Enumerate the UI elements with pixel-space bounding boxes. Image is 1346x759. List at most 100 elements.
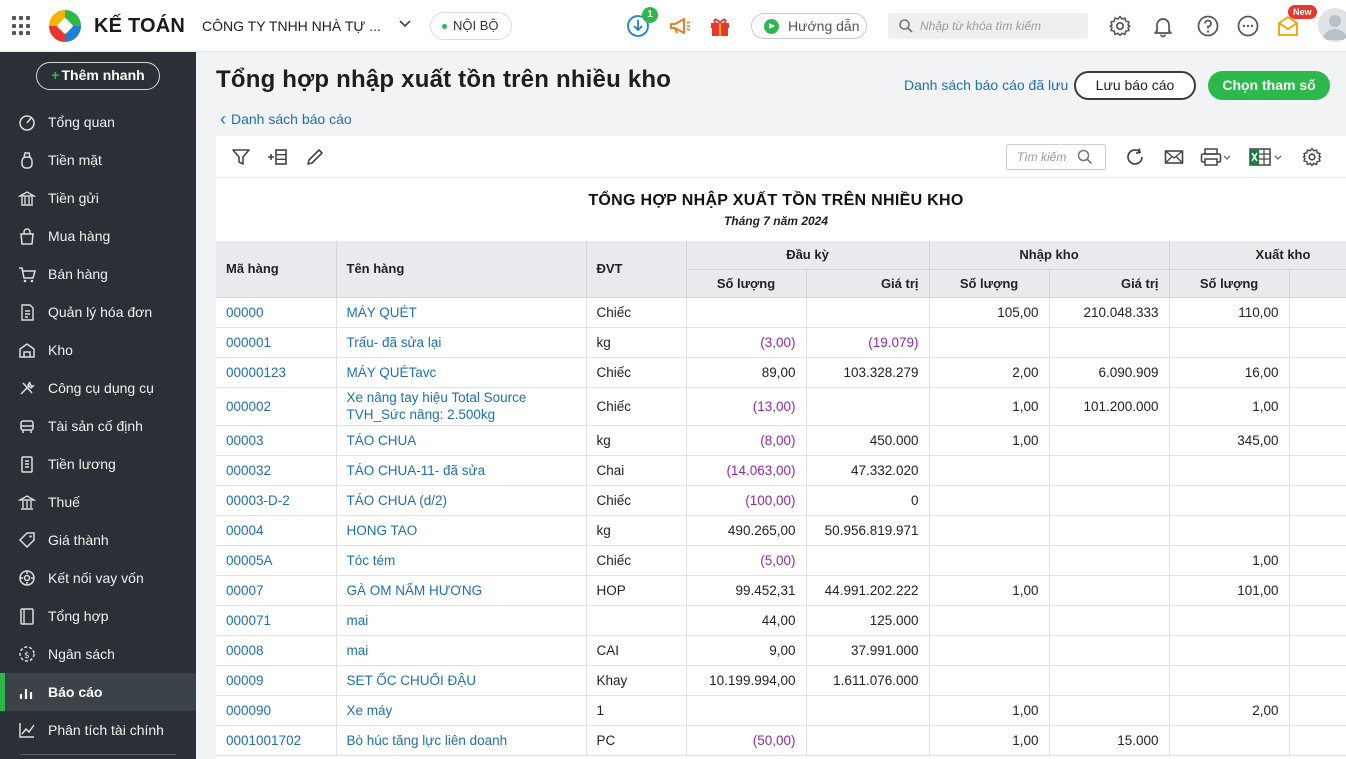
cell-name[interactable]: MÁY QUÉTavc (336, 357, 587, 388)
cell-name[interactable]: Tóc tém (336, 545, 587, 576)
table-row[interactable]: 000001 Trấu- đã sửa lại kg (3,00) (19.079) (216, 327, 1346, 358)
column-header-receipt-qty[interactable]: Số lượng (929, 269, 1050, 298)
sidebar-item-16[interactable]: Báo cáo (0, 673, 196, 711)
edit-icon[interactable] (304, 146, 326, 168)
sidebar-item-2[interactable]: Tiền mặt (0, 141, 196, 179)
table-row[interactable]: 000002 Xe nâng tay hiệu Total Source TVH_… (216, 387, 1346, 426)
bell-icon[interactable] (1150, 13, 1176, 39)
cell-name[interactable]: SET ỐC CHUỐI ĐẬU (336, 665, 587, 696)
cell-op-qty: (8,00) (686, 425, 807, 456)
cell-name[interactable]: Bò húc tăng lực liên doanh (336, 725, 587, 756)
add-column-icon[interactable] (266, 146, 288, 168)
sidebar-item-10[interactable]: Tiền lương (0, 445, 196, 483)
gift-icon[interactable] (707, 13, 733, 39)
sidebar-item-12[interactable]: Giá thành (0, 521, 196, 559)
choose-parameters-button[interactable]: Chọn tham số (1208, 71, 1330, 100)
cell-code[interactable]: 000001 (216, 327, 337, 358)
sidebar-item-9[interactable]: Tài sản cố định (0, 407, 196, 445)
table-row[interactable]: 00009 SET ỐC CHUỐI ĐẬU Khay 10.199.994,00 1.… (216, 665, 1346, 696)
save-report-button[interactable]: Lưu báo cáo (1074, 71, 1196, 100)
cell-code[interactable]: 000090 (216, 695, 337, 726)
cell-code[interactable]: 00000123 (216, 357, 337, 388)
sidebar-item-7[interactable]: Kho (0, 331, 196, 369)
column-header-unit[interactable]: ĐVT (586, 241, 687, 298)
cell-name[interactable]: Xe máy (336, 695, 587, 726)
sidebar-item-15[interactable]: $ Ngân sách (0, 635, 196, 673)
cell-code[interactable]: 000002 (216, 387, 337, 426)
table-row[interactable]: 0001001702 Bò húc tăng lực liên doanh PC (5… (216, 725, 1346, 756)
column-header-issue-value[interactable]: Giá trị (1289, 269, 1346, 298)
table-row[interactable]: 00008 mai CAI 9,00 37.991.000 (216, 635, 1346, 666)
help-icon[interactable] (1195, 13, 1221, 39)
cell-name[interactable]: TÁO CHUA (d/2) (336, 485, 587, 516)
sidebar-item-8[interactable]: Công cụ dụng cụ (0, 369, 196, 407)
cell-code[interactable]: 00007 (216, 575, 337, 606)
table-row[interactable]: 00004 HONG TAO kg 490.265,00 50.956.819.971 (216, 515, 1346, 546)
gear-icon[interactable] (1107, 13, 1133, 39)
table-row[interactable]: 00007 GÀ OM NẤM HƯƠNG HOP 99.452,31 44.991.2… (216, 575, 1346, 606)
cell-code[interactable]: 00008 (216, 635, 337, 666)
cell-code[interactable]: 00000 (216, 297, 337, 328)
cell-in-val (1049, 515, 1170, 546)
back-to-report-list-link[interactable]: Danh sách báo cáo (220, 108, 352, 129)
column-header-name[interactable]: Tên hàng (336, 241, 587, 298)
email-icon[interactable] (1163, 146, 1185, 168)
sidebar-item-11[interactable]: Thuế (0, 483, 196, 521)
column-header-code[interactable]: Mã hàng (216, 241, 337, 298)
table-row[interactable]: 000071 mai 44,00 125.000 (216, 605, 1346, 636)
cell-name[interactable]: TÁO CHUA-11- đã sửa (336, 455, 587, 486)
sidebar-item-4[interactable]: Mua hàng (0, 217, 196, 255)
cell-code[interactable]: 00003 (216, 425, 337, 456)
cell-name[interactable]: mai (336, 635, 587, 666)
column-header-issue-qty[interactable]: Số lượng (1169, 269, 1290, 298)
column-header-opening-qty[interactable]: Số lượng (686, 269, 807, 298)
global-search-input[interactable]: Nhập từ khóa tìm kiếm (888, 13, 1088, 39)
cell-code[interactable]: 000032 (216, 455, 337, 486)
sidebar-item-14[interactable]: Tổng hợp (0, 597, 196, 635)
cell-name[interactable]: Trấu- đã sửa lại (336, 327, 587, 358)
table-row[interactable]: 00000 MÁY QUÉT Chiếc 105,00 210.048.333 110,0… (216, 297, 1346, 328)
cell-name[interactable]: MÁY QUÉT (336, 297, 587, 328)
settings-gear-icon[interactable] (1301, 146, 1323, 168)
table-row[interactable]: 00003-D-2 TÁO CHUA (d/2) Chiếc (100,00) 0 (216, 485, 1346, 516)
cell-name[interactable]: TÁO CHUA (336, 425, 587, 456)
chevron-down-icon[interactable] (398, 17, 412, 31)
quick-add-button[interactable]: + Thêm nhanh (36, 62, 160, 90)
table-row[interactable]: 000090 Xe máy 1 1,00 2,00 (216, 695, 1346, 726)
avatar[interactable] (1318, 8, 1346, 42)
analytics-icon (19, 723, 35, 738)
cell-in-qty (929, 455, 1050, 486)
cell-code[interactable]: 0001001702 (216, 725, 337, 756)
app-launcher-icon[interactable] (12, 16, 32, 36)
cell-name[interactable]: GÀ OM NẤM HƯƠNG (336, 575, 587, 606)
excel-export-icon[interactable] (1248, 146, 1284, 168)
sidebar-item-3[interactable]: Tiền gửi (0, 179, 196, 217)
cell-name[interactable]: HONG TAO (336, 515, 587, 546)
cell-code[interactable]: 00004 (216, 515, 337, 546)
column-header-receipt-value[interactable]: Giá trị (1049, 269, 1170, 298)
cell-code[interactable]: 000071 (216, 605, 337, 636)
more-icon[interactable] (1235, 13, 1261, 39)
filter-icon[interactable] (230, 146, 252, 168)
cell-code[interactable]: 00005A (216, 545, 337, 576)
table-row[interactable]: 00005A Tóc tém Chiếc (5,00) 1,00 (216, 545, 1346, 576)
saved-reports-link[interactable]: Danh sách báo cáo đã lưu (904, 77, 1068, 93)
cell-name[interactable]: mai (336, 605, 587, 636)
sidebar-item-13[interactable]: Kết nối vay vốn (0, 559, 196, 597)
cell-code[interactable]: 00003-D-2 (216, 485, 337, 516)
sidebar-item-1[interactable]: Tổng quan (0, 103, 196, 141)
cell-code[interactable]: 00009 (216, 665, 337, 696)
print-icon[interactable] (1200, 146, 1232, 168)
scope-selector[interactable]: NỘI BỘ (430, 12, 512, 40)
sidebar-item-17[interactable]: Phân tích tài chính (0, 711, 196, 749)
table-row[interactable]: 00003TÁO CHUAkg(8,00)450.0001,00 345,004 (216, 425, 1346, 456)
company-selector[interactable]: CÔNG TY TNHH NHÀ TỰ ... (202, 18, 381, 34)
cell-name[interactable]: Xe nâng tay hiệu Total Source TVH_Sức nâ… (336, 387, 587, 426)
refresh-icon[interactable] (1124, 146, 1146, 168)
megaphone-icon[interactable] (667, 13, 693, 39)
table-row[interactable]: 00000123 MÁY QUÉTavc Chiếc 89,00 103.328.279… (216, 357, 1346, 388)
sidebar-item-6[interactable]: Quản lý hóa đơn (0, 293, 196, 331)
column-header-opening-value[interactable]: Giá trị (806, 269, 930, 298)
sidebar-item-5[interactable]: Bán hàng (0, 255, 196, 293)
table-row[interactable]: 000032 TÁO CHUA-11- đã sửa Chai (14.063,00)… (216, 455, 1346, 486)
